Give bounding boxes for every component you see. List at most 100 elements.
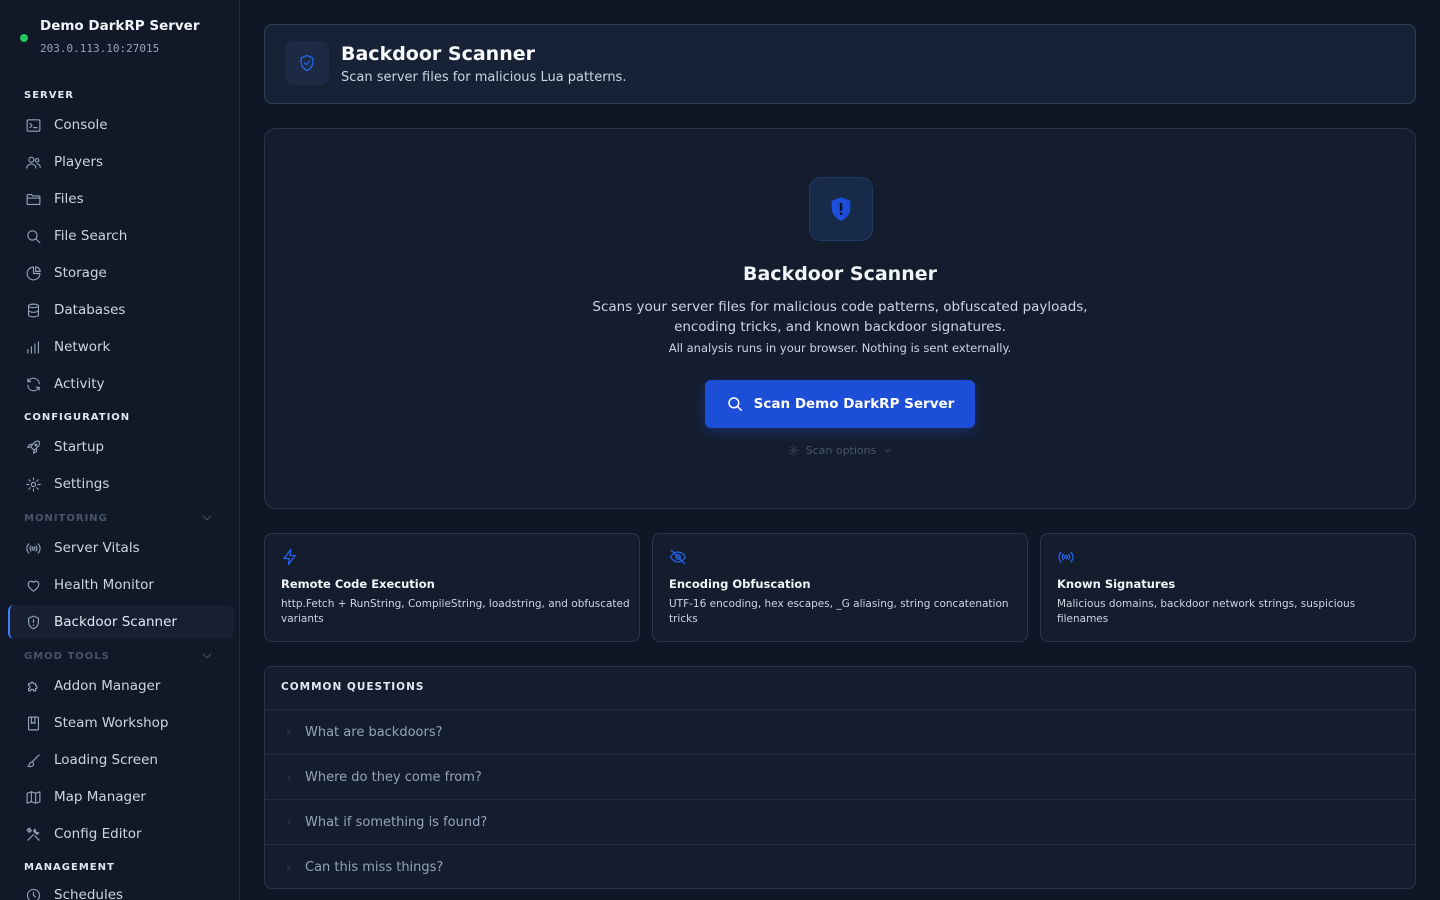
- faq-heading: COMMON QUESTIONS: [281, 681, 425, 693]
- faq-item[interactable]: What are backdoors?: [265, 709, 1415, 754]
- sidebar-item-label: Schedules: [54, 887, 124, 900]
- faq-question: What if something is found?: [305, 814, 488, 830]
- eye-off-icon: [669, 548, 689, 568]
- faq-item[interactable]: Where do they come from?: [265, 754, 1415, 799]
- section-label-configuration: CONFIGURATION: [24, 412, 131, 423]
- rocket-icon: [24, 438, 42, 456]
- privacy-note: All analysis runs in your browser. Nothi…: [668, 341, 1012, 355]
- chevron-down-icon[interactable]: [200, 510, 216, 526]
- sidebar-item-loading-screen[interactable]: Loading Screen: [0, 743, 239, 777]
- feature-description: Malicious domains, backdoor network stri…: [1057, 598, 1356, 625]
- sidebar-item-label: Network: [54, 339, 111, 355]
- sidebar-item-backdoor-scanner[interactable]: Backdoor Scanner: [8, 605, 234, 639]
- pie-chart-icon: [24, 264, 42, 282]
- tools-icon: [24, 825, 42, 843]
- scanner-panel: Backdoor Scanner Scans your server files…: [264, 128, 1416, 509]
- chevron-down-icon: [882, 445, 893, 456]
- chevron-right-icon: [286, 818, 291, 826]
- faq-item[interactable]: What if something is found?: [265, 799, 1415, 844]
- sidebar-item-health-monitor[interactable]: Health Monitor: [0, 568, 239, 602]
- feature-card-encoding-obfuscation: Encoding Obfuscation UTF-16 encoding, he…: [652, 533, 1028, 642]
- sidebar-item-console[interactable]: Console: [0, 108, 239, 142]
- sidebar-item-label: Settings: [54, 476, 110, 492]
- feature-card-remote-code-execution: Remote Code Execution http.Fetch + RunSt…: [264, 533, 640, 642]
- sidebar-item-label: Health Monitor: [54, 577, 154, 593]
- sidebar-item-label: Players: [54, 154, 104, 170]
- search-icon: [24, 227, 42, 245]
- section-label-monitoring[interactable]: MONITORING: [24, 513, 108, 524]
- puzzle-icon: [24, 677, 42, 695]
- section-label-server: SERVER: [24, 90, 75, 101]
- faq-question: What are backdoors?: [305, 724, 443, 740]
- database-icon: [24, 301, 42, 319]
- sidebar-item-steam-workshop[interactable]: Steam Workshop: [0, 706, 239, 740]
- sidebar-item-label: Console: [54, 117, 108, 133]
- scan-options-label: Scan options: [805, 444, 877, 457]
- faq-panel: COMMON QUESTIONS What are backdoors? Whe…: [264, 666, 1416, 889]
- faq-question: Where do they come from?: [305, 769, 482, 785]
- section-label-gmod-tools[interactable]: GMOD TOOLS: [24, 651, 110, 662]
- sidebar-item-config-editor[interactable]: Config Editor: [0, 817, 239, 851]
- shield-alert-icon: [809, 177, 873, 241]
- sidebar-item-label: File Search: [54, 228, 128, 244]
- sidebar-item-label: Storage: [54, 265, 107, 281]
- sidebar-item-files[interactable]: Files: [0, 182, 239, 216]
- clock-icon: [24, 886, 42, 900]
- sidebar-item-schedules[interactable]: Schedules: [0, 878, 239, 900]
- sidebar-item-map-manager[interactable]: Map Manager: [0, 780, 239, 814]
- scan-options-toggle[interactable]: Scan options: [265, 444, 1415, 457]
- scanner-description: Scans your server files for malicious co…: [592, 299, 1088, 335]
- sidebar-item-label: Backdoor Scanner: [54, 614, 177, 630]
- brush-icon: [24, 751, 42, 769]
- sidebar-item-databases[interactable]: Databases: [0, 293, 239, 327]
- feature-title: Encoding Obfuscation: [669, 577, 811, 591]
- users-icon: [24, 153, 42, 171]
- sidebar-item-label: Startup: [54, 439, 105, 455]
- sidebar-item-addon-manager[interactable]: Addon Manager: [0, 669, 239, 703]
- sidebar-item-label: Config Editor: [54, 826, 142, 842]
- map-icon: [24, 788, 42, 806]
- chevron-right-icon: [286, 863, 291, 871]
- server-address: 203.0.113.10:27015: [40, 42, 160, 55]
- refresh-icon: [24, 375, 42, 393]
- gear-icon: [24, 475, 42, 493]
- status-online-indicator: [20, 34, 28, 42]
- bar-chart-icon: [24, 338, 42, 356]
- terminal-icon: [24, 116, 42, 134]
- faq-question: Can this miss things?: [305, 859, 444, 875]
- chevron-right-icon: [286, 773, 291, 781]
- sidebar-item-label: Activity: [54, 376, 105, 392]
- feature-title: Remote Code Execution: [281, 577, 435, 591]
- faq-item[interactable]: Can this miss things?: [265, 844, 1415, 888]
- sidebar-item-label: Map Manager: [54, 789, 146, 805]
- page-subtitle: Scan server files for malicious Lua patt…: [341, 70, 627, 85]
- sidebar-item-label: Steam Workshop: [54, 715, 169, 731]
- sidebar-item-file-search[interactable]: File Search: [0, 219, 239, 253]
- feature-title: Known Signatures: [1057, 577, 1176, 591]
- feature-description: http.Fetch + RunString, CompileString, l…: [281, 598, 630, 625]
- chevron-down-icon[interactable]: [200, 648, 216, 664]
- sidebar-item-settings[interactable]: Settings: [0, 467, 239, 501]
- bolt-icon: [281, 548, 301, 568]
- gear-icon: [787, 444, 800, 457]
- broadcast-icon: [1057, 548, 1077, 568]
- page-header: Backdoor Scanner Scan server files for m…: [264, 24, 1416, 104]
- main-content: Backdoor Scanner Scan server files for m…: [240, 0, 1440, 900]
- page-title: Backdoor Scanner: [341, 43, 535, 65]
- sidebar-item-server-vitals[interactable]: Server Vitals: [0, 531, 239, 565]
- sidebar-item-label: Databases: [54, 302, 126, 318]
- folder-icon: [24, 190, 42, 208]
- search-icon: [727, 397, 742, 412]
- sidebar-item-startup[interactable]: Startup: [0, 430, 239, 464]
- sidebar-item-storage[interactable]: Storage: [0, 256, 239, 290]
- book-icon: [24, 714, 42, 732]
- sidebar-item-label: Server Vitals: [54, 540, 140, 556]
- scan-button-label: Scan Demo DarkRP Server: [753, 396, 955, 412]
- sidebar-item-players[interactable]: Players: [0, 145, 239, 179]
- server-name: Demo DarkRP Server: [40, 18, 200, 34]
- scan-server-button[interactable]: Scan Demo DarkRP Server: [705, 380, 975, 428]
- sidebar-item-network[interactable]: Network: [0, 330, 239, 364]
- sidebar: Demo DarkRP Server 203.0.113.10:27015 SE…: [0, 0, 240, 900]
- heart-icon: [24, 576, 42, 594]
- sidebar-item-activity[interactable]: Activity: [0, 367, 239, 401]
